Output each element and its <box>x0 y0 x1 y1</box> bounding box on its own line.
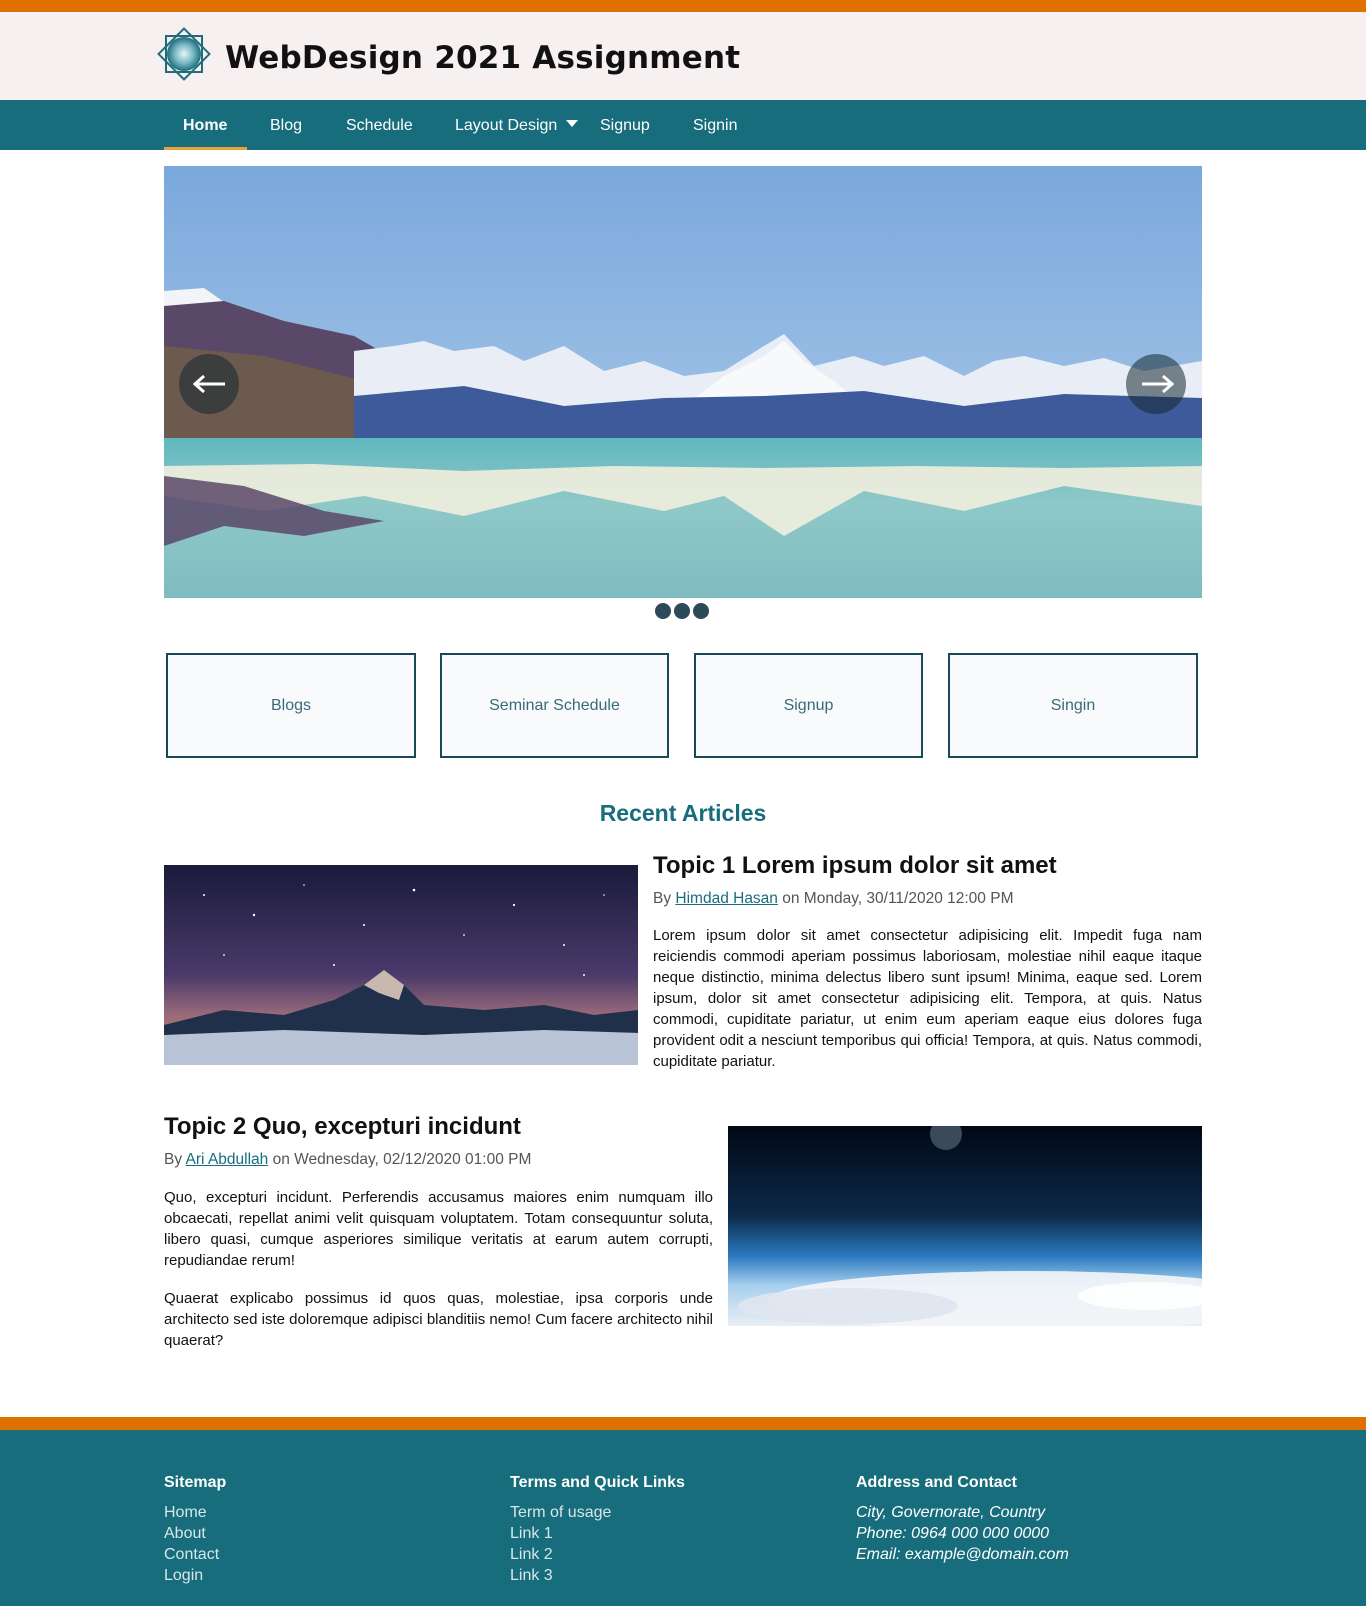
footer-link-3[interactable]: Link 3 <box>510 1565 685 1586</box>
mountain-lake-image <box>164 166 1202 598</box>
carousel-dots <box>655 603 712 619</box>
site-footer: Sitemap Home About Contact Login Terms a… <box>0 1430 1366 1606</box>
article-1-body: Lorem ipsum dolor sit amet consectetur a… <box>653 927 1202 1070</box>
nav-layout-design[interactable]: Layout Design <box>455 100 579 150</box>
footer-link-2[interactable]: Link 2 <box>510 1544 685 1565</box>
footer-link-contact[interactable]: Contact <box>164 1544 226 1565</box>
nav-blog[interactable]: Blog <box>270 100 302 150</box>
article-2-body-1: Quo, excepturi incidunt. Perferendis acc… <box>164 1189 713 1269</box>
tile-singin[interactable]: Singin <box>948 653 1198 758</box>
carousel-next-button[interactable] <box>1126 354 1186 414</box>
article-1-author-link[interactable]: Himdad Hasan <box>675 890 778 907</box>
nav-signin[interactable]: Signin <box>693 100 737 150</box>
byline-prefix: By <box>653 890 672 907</box>
top-accent-stripe <box>0 0 1366 12</box>
caret-down-icon <box>566 120 579 128</box>
footer-contact: Address and Contact City, Governorate, C… <box>856 1474 1069 1565</box>
arrow-left-icon <box>193 374 225 394</box>
article-2-title: Topic 2 Quo, excepturi incidunt <box>164 1113 521 1140</box>
carousel-dot-2[interactable] <box>674 603 690 619</box>
tile-seminar-schedule[interactable]: Seminar Schedule <box>440 653 669 758</box>
article-2-image <box>728 1126 1202 1326</box>
footer-contact-heading: Address and Contact <box>856 1474 1017 1491</box>
footer-email: Email: example@domain.com <box>856 1546 1069 1563</box>
tile-signup[interactable]: Signup <box>694 653 923 758</box>
footer-sitemap-heading: Sitemap <box>164 1474 227 1491</box>
nav-home[interactable]: Home <box>183 100 227 150</box>
article-1-image <box>164 865 638 1065</box>
article-2-byline: By Ari Abdullah on Wednesday, 02/12/2020… <box>164 1151 531 1169</box>
carousel-dot-3[interactable] <box>693 603 709 619</box>
article-2-date: on Wednesday, 02/12/2020 01:00 PM <box>272 1151 532 1168</box>
nav-layout-design-label: Layout Design <box>455 117 558 134</box>
site-title: WebDesign 2021 Assignment <box>225 40 741 76</box>
tile-blogs[interactable]: Blogs <box>166 653 416 758</box>
footer-terms: Terms and Quick Links Term of usage Link… <box>510 1474 685 1586</box>
main-navbar: Home Blog Schedule Layout Design Signup … <box>0 100 1366 150</box>
earth-from-space-image <box>728 1126 1202 1326</box>
article-2-body-2: Quaerat explicabo possimus id quos quas,… <box>164 1290 713 1349</box>
footer-link-home[interactable]: Home <box>164 1502 226 1523</box>
nav-schedule[interactable]: Schedule <box>346 100 413 150</box>
footer-terms-heading: Terms and Quick Links <box>510 1474 685 1491</box>
footer-accent-stripe <box>0 1417 1366 1430</box>
footer-sitemap: Sitemap Home About Contact Login <box>164 1474 226 1586</box>
recent-articles-heading: Recent Articles <box>599 800 767 826</box>
carousel-dot-1[interactable] <box>655 603 671 619</box>
carousel-prev-button[interactable] <box>179 354 239 414</box>
article-1-title: Topic 1 Lorem ipsum dolor sit amet <box>653 852 1057 879</box>
starry-mountain-image <box>164 865 638 1065</box>
site-header: WebDesign 2021 Assignment <box>0 12 1366 100</box>
footer-link-1[interactable]: Link 1 <box>510 1523 685 1544</box>
footer-link-term-of-usage[interactable]: Term of usage <box>510 1502 685 1523</box>
arrow-right-icon <box>1142 374 1174 394</box>
diamond-logo-icon <box>157 27 211 81</box>
footer-link-login[interactable]: Login <box>164 1565 226 1586</box>
nav-signup[interactable]: Signup <box>600 100 650 150</box>
article-2-author-link[interactable]: Ari Abdullah <box>186 1151 269 1168</box>
article-1-date: on Monday, 30/11/2020 12:00 PM <box>782 890 1014 907</box>
active-nav-underline <box>164 147 247 150</box>
footer-phone: Phone: 0964 000 000 0000 <box>856 1525 1050 1542</box>
footer-link-about[interactable]: About <box>164 1523 226 1544</box>
byline-prefix: By <box>164 1151 183 1168</box>
footer-address: City, Governorate, Country <box>856 1504 1046 1521</box>
article-1-byline: By Himdad Hasan on Monday, 30/11/2020 12… <box>653 890 1013 908</box>
hero-carousel <box>164 166 1202 598</box>
